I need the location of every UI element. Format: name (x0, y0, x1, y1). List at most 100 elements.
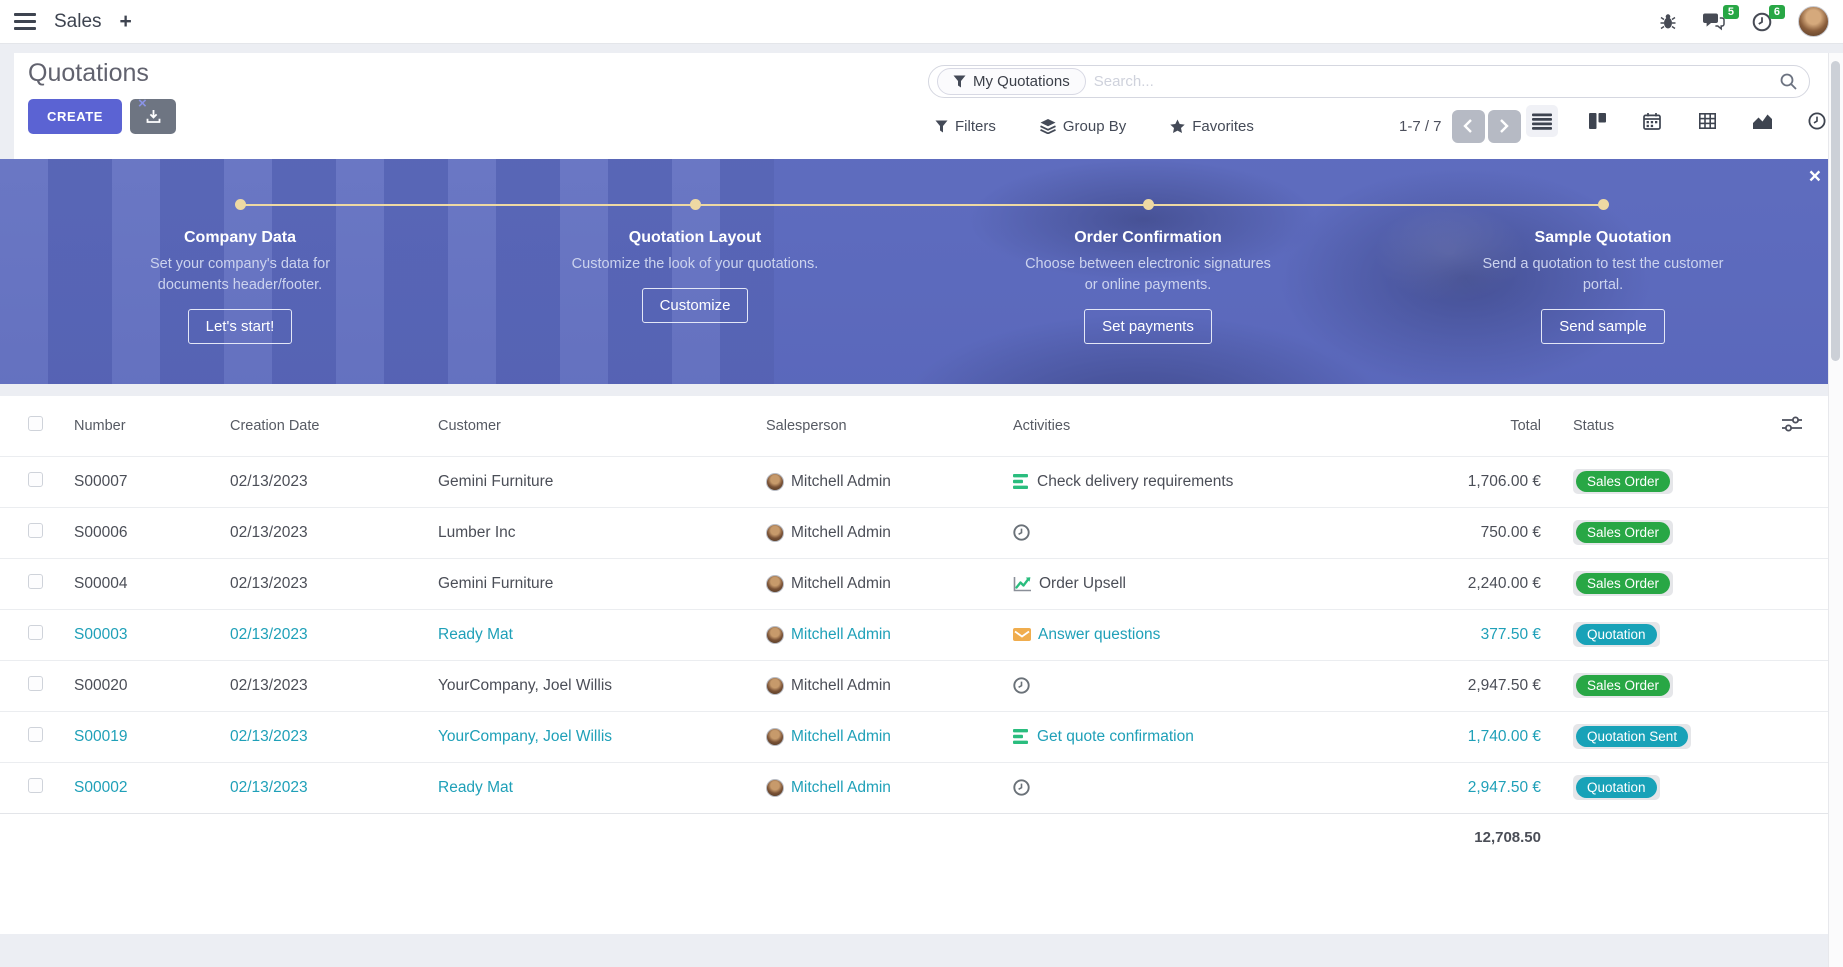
scrollbar-thumb[interactable] (1831, 61, 1840, 361)
quotation-row[interactable]: S00007 02/13/2023 Gemini Furniture Mitch… (0, 456, 1828, 507)
user-avatar[interactable] (1798, 6, 1829, 37)
status-badge: Quotation (1576, 777, 1657, 798)
clock-icon[interactable] (1013, 524, 1030, 541)
filter-funnel-icon (935, 120, 948, 133)
column-header-salesperson[interactable]: Salesperson (754, 396, 1001, 456)
column-header-status[interactable]: Status (1545, 396, 1745, 456)
cell-creation-date: 02/13/2023 (218, 609, 426, 660)
row-checkbox[interactable] (28, 778, 43, 793)
cell-salesperson: Mitchell Admin (754, 558, 1001, 609)
cell-total: 2,947.50 € (1320, 762, 1545, 813)
create-button[interactable]: CREATE (28, 99, 122, 134)
cell-status: Quotation Sent (1545, 711, 1745, 762)
lets-start-button[interactable]: Let's start! (188, 309, 293, 344)
cell-salesperson: Mitchell Admin (754, 456, 1001, 507)
column-header-activities[interactable]: Activities (1001, 396, 1320, 456)
column-header-total[interactable]: Total (1320, 396, 1545, 456)
column-header-creation-date[interactable]: Creation Date (218, 396, 426, 456)
layers-icon (1040, 119, 1056, 134)
clock-icon[interactable] (1013, 779, 1030, 796)
view-kanban-icon[interactable] (1581, 105, 1613, 137)
column-header-number[interactable]: Number (62, 396, 218, 456)
footer-total-sum: 12,708.50 (1320, 813, 1545, 861)
cell-activities (1001, 762, 1320, 813)
send-sample-button[interactable]: Send sample (1541, 309, 1665, 344)
column-header-customer[interactable]: Customer (426, 396, 754, 456)
cell-activities (1001, 660, 1320, 711)
row-checkbox[interactable] (28, 523, 43, 538)
view-pivot-icon[interactable] (1691, 105, 1723, 137)
select-all-checkbox[interactable] (28, 416, 43, 431)
group-by-button[interactable]: Group By (1040, 118, 1126, 135)
row-checkbox[interactable] (28, 574, 43, 589)
search-magnifier-icon[interactable] (1780, 73, 1797, 90)
salesperson-avatar (766, 524, 784, 542)
view-calendar-icon[interactable] (1636, 105, 1668, 137)
banner-close-icon[interactable]: × (1809, 165, 1821, 189)
export-button[interactable] (130, 99, 176, 134)
cell-total: 2,240.00 € (1320, 558, 1545, 609)
cell-total: 750.00 € (1320, 507, 1545, 558)
optional-columns-sliders-icon[interactable] (1782, 416, 1802, 432)
set-payments-button[interactable]: Set payments (1084, 309, 1212, 344)
cell-customer: Gemini Furniture (426, 558, 754, 609)
chart-icon[interactable] (1013, 576, 1032, 592)
cell-status: Quotation (1545, 762, 1745, 813)
row-checkbox[interactable] (28, 625, 43, 640)
salesperson-avatar (766, 575, 784, 593)
cell-status: Sales Order (1545, 660, 1745, 711)
messages-count-badge: 5 (1723, 5, 1739, 19)
row-checkbox[interactable] (28, 727, 43, 742)
row-checkbox[interactable] (28, 676, 43, 691)
vertical-scrollbar[interactable] (1828, 53, 1843, 967)
cell-creation-date: 02/13/2023 (218, 507, 426, 558)
quotation-row[interactable]: S00004 02/13/2023 Gemini Furniture Mitch… (0, 558, 1828, 609)
salesperson-avatar (766, 779, 784, 797)
quotation-row[interactable]: S00006 02/13/2023 Lumber Inc Mitchell Ad… (0, 507, 1828, 558)
view-list-icon[interactable] (1526, 105, 1558, 137)
quotation-row[interactable]: S00019 02/13/2023 YourCompany, Joel Will… (0, 711, 1828, 762)
quotation-row[interactable]: S00002 02/13/2023 Ready Mat Mitchell Adm… (0, 762, 1828, 813)
quotation-row[interactable]: S00020 02/13/2023 YourCompany, Joel Will… (0, 660, 1828, 711)
activities-clock-icon[interactable]: 6 (1752, 12, 1772, 32)
cell-creation-date: 02/13/2023 (218, 558, 426, 609)
apps-menu-icon[interactable] (14, 13, 36, 30)
step-description: Send a quotation to test the customer po… (1478, 254, 1728, 296)
debug-bug-icon[interactable] (1659, 13, 1677, 30)
row-checkbox[interactable] (28, 472, 43, 487)
search-input[interactable] (1094, 73, 1780, 90)
cell-activities: Answer questions (1001, 609, 1320, 660)
control-panel: Quotations CREATE My Quotations × Filter… (14, 53, 1829, 159)
quotation-row[interactable]: S00003 02/13/2023 Ready Mat Mitchell Adm… (0, 609, 1828, 660)
pager-previous-button[interactable] (1452, 110, 1485, 143)
favorites-button[interactable]: Favorites (1170, 118, 1254, 135)
top-navbar: Sales + 5 6 (0, 0, 1843, 44)
salesperson-avatar (766, 677, 784, 695)
messages-icon[interactable]: 5 (1703, 12, 1726, 31)
search-facet-my-quotations[interactable]: My Quotations (937, 68, 1086, 95)
cell-salesperson: Mitchell Admin (754, 609, 1001, 660)
customize-button[interactable]: Customize (642, 288, 749, 323)
tasks-icon[interactable] (1013, 729, 1030, 744)
envelope-icon[interactable] (1013, 628, 1031, 641)
status-badge: Sales Order (1576, 675, 1670, 696)
status-badge: Quotation Sent (1576, 726, 1688, 747)
facet-remove-icon[interactable]: × (138, 95, 147, 112)
download-icon (146, 109, 161, 124)
cell-status: Sales Order (1545, 507, 1745, 558)
cell-activities: Check delivery requirements (1001, 456, 1320, 507)
cell-salesperson: Mitchell Admin (754, 711, 1001, 762)
pager-next-button[interactable] (1488, 110, 1521, 143)
cell-number: S00003 (62, 609, 218, 660)
view-graph-icon[interactable] (1746, 105, 1778, 137)
step-dot (1143, 199, 1154, 210)
search-bar[interactable]: My Quotations (928, 65, 1810, 98)
onboarding-step-sample-quotation: Sample Quotation Send a quotation to tes… (1443, 159, 1763, 344)
filter-funnel-icon (953, 75, 966, 88)
filters-button[interactable]: Filters (935, 118, 996, 135)
tasks-icon[interactable] (1013, 474, 1030, 489)
new-tab-button[interactable]: + (120, 11, 132, 32)
current-app-label[interactable]: Sales (54, 11, 102, 33)
cell-total: 377.50 € (1320, 609, 1545, 660)
clock-icon[interactable] (1013, 677, 1030, 694)
